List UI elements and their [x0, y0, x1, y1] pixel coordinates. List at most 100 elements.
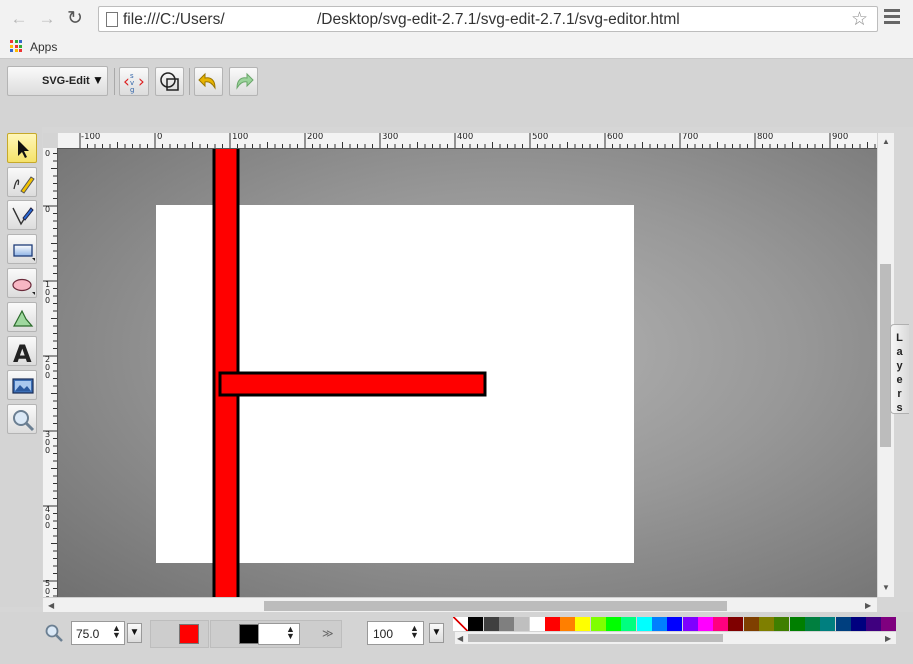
polygon-tool[interactable] — [7, 302, 37, 332]
palette-swatch[interactable] — [590, 617, 606, 631]
palette-swatch[interactable] — [759, 617, 774, 631]
palette-swatch[interactable] — [651, 617, 667, 631]
horizontal-scrollbar[interactable]: ◀ ▶ — [43, 597, 877, 613]
redo-icon — [236, 72, 254, 90]
layers-label-letter: e — [896, 374, 904, 386]
opacity-dropdown-button[interactable]: ▼ — [429, 623, 444, 643]
svg-source-icon: ‹ › s v g — [123, 72, 145, 94]
scroll-down-icon[interactable]: ▼ — [882, 583, 890, 592]
image-tool[interactable] — [7, 370, 37, 400]
palette-swatch[interactable] — [835, 617, 851, 631]
palette-swatch[interactable] — [804, 617, 820, 631]
apps-link[interactable]: Apps — [30, 40, 57, 54]
select-tool[interactable] — [7, 133, 37, 163]
main-menu-button[interactable]: SVG-Edit ▼ — [7, 66, 108, 96]
fill-color-swatch[interactable] — [179, 624, 199, 644]
text-tool[interactable]: A — [7, 336, 37, 366]
opacity-spinner-icon[interactable]: ▲ ▼ — [410, 624, 419, 640]
stroke-width-field[interactable]: ▲ ▼ — [258, 623, 300, 645]
undo-button[interactable] — [194, 67, 223, 96]
palette-swatch[interactable] — [743, 617, 759, 631]
ruler-y-label: 0 — [44, 205, 51, 214]
palette-swatch[interactable] — [636, 617, 652, 631]
ellipse-tool[interactable] — [7, 268, 37, 298]
zoom-spinner-icon[interactable]: ▲ ▼ — [112, 624, 121, 640]
scroll-left-icon[interactable]: ◀ — [48, 601, 54, 610]
wireframe-icon — [160, 72, 179, 91]
opacity-input[interactable]: 100 ▲ ▼ — [367, 621, 424, 645]
palette-swatch-none[interactable] — [453, 617, 468, 631]
palette-swatch[interactable] — [514, 617, 530, 631]
palette-swatch[interactable] — [606, 617, 621, 631]
zoom-input[interactable]: 75.0 ▲ ▼ — [71, 621, 125, 645]
palette-scrollbar[interactable]: ◀ ▶ — [455, 632, 896, 644]
palette-swatch[interactable] — [713, 617, 729, 631]
bookmark-star-icon[interactable]: ☆ — [851, 8, 868, 31]
palette-scroll-right-icon[interactable]: ▶ — [885, 634, 891, 643]
canvas-workarea[interactable] — [58, 149, 877, 597]
ruler-y-label: 300 — [44, 430, 51, 455]
layers-label-letter: a — [896, 346, 904, 358]
scroll-up-icon[interactable]: ▲ — [882, 137, 890, 146]
palette-swatch[interactable] — [866, 617, 882, 631]
forward-icon[interactable]: → — [36, 8, 58, 30]
palette-swatch[interactable] — [621, 617, 637, 631]
zoom-dropdown-button[interactable]: ▼ — [127, 623, 142, 643]
stroke-spinner-icon[interactable]: ▲ ▼ — [286, 625, 295, 641]
bookmarks-bar — [0, 37, 913, 58]
undo-icon — [198, 72, 216, 90]
drawing-layer[interactable] — [58, 149, 877, 597]
palette-swatch[interactable] — [468, 617, 484, 631]
more-options-icon[interactable]: ≫ — [322, 627, 334, 640]
palette-swatch[interactable] — [560, 617, 576, 631]
apps-grid-icon[interactable] — [10, 40, 22, 52]
palette-swatch[interactable] — [529, 617, 545, 631]
palette-swatch[interactable] — [498, 617, 514, 631]
svg-text:›: › — [138, 72, 145, 92]
polygon-icon — [13, 309, 34, 327]
scroll-right-icon[interactable]: ▶ — [865, 601, 871, 610]
svg-text:g: g — [130, 86, 134, 94]
palette-swatch[interactable] — [850, 617, 866, 631]
ruler-y-label: 0 — [44, 149, 51, 158]
page-icon — [106, 12, 118, 27]
stroke-color-swatch[interactable] — [239, 624, 259, 644]
ruler-x-label: 500 — [532, 133, 549, 142]
main-menu-label: SVG-Edit — [42, 75, 90, 87]
svg-text:A: A — [13, 340, 32, 364]
palette-swatch[interactable] — [483, 617, 499, 631]
wireframe-button[interactable] — [155, 67, 184, 96]
browser-menu-icon[interactable] — [884, 9, 900, 25]
layers-panel-tab[interactable]: Layers — [890, 324, 909, 414]
path-tool[interactable] — [7, 200, 37, 230]
palette-swatch[interactable] — [697, 617, 713, 631]
palette-swatch[interactable] — [728, 617, 744, 631]
palette-swatch[interactable] — [682, 617, 698, 631]
redo-button[interactable] — [229, 67, 258, 96]
browser-chrome: ← → ↻ file:///C:/Users/ /Desktop/svg-edi… — [0, 0, 913, 59]
palette-swatch[interactable] — [881, 617, 897, 631]
palette-swatch[interactable] — [774, 617, 790, 631]
palette-swatch[interactable] — [575, 617, 591, 631]
horizontal-red-rect[interactable] — [218, 371, 487, 397]
source-button[interactable]: ‹ › s v g — [119, 67, 149, 96]
zoom-value: 75.0 — [76, 627, 100, 641]
palette-scroll-thumb[interactable] — [468, 634, 723, 642]
palette-swatch[interactable] — [544, 617, 560, 631]
ruler-x-label: 600 — [607, 133, 624, 142]
horizontal-scroll-thumb[interactable] — [264, 601, 727, 611]
layers-label-letter: s — [896, 402, 904, 414]
back-icon[interactable]: ← — [8, 8, 30, 30]
pencil-tool[interactable] — [7, 167, 37, 197]
reload-icon[interactable]: ↻ — [64, 8, 86, 30]
zoom-tool[interactable] — [7, 404, 37, 434]
address-bar[interactable]: file:///C:/Users/ /Desktop/svg-edit-2.7.… — [98, 6, 878, 32]
palette-swatch[interactable] — [820, 617, 836, 631]
layers-label-letter: y — [896, 360, 904, 372]
opacity-value: 100 — [373, 627, 394, 641]
color-palette[interactable] — [453, 617, 897, 631]
palette-swatch[interactable] — [789, 617, 805, 631]
palette-swatch[interactable] — [667, 617, 683, 631]
palette-scroll-left-icon[interactable]: ◀ — [457, 634, 463, 643]
rect-tool[interactable] — [7, 234, 37, 264]
